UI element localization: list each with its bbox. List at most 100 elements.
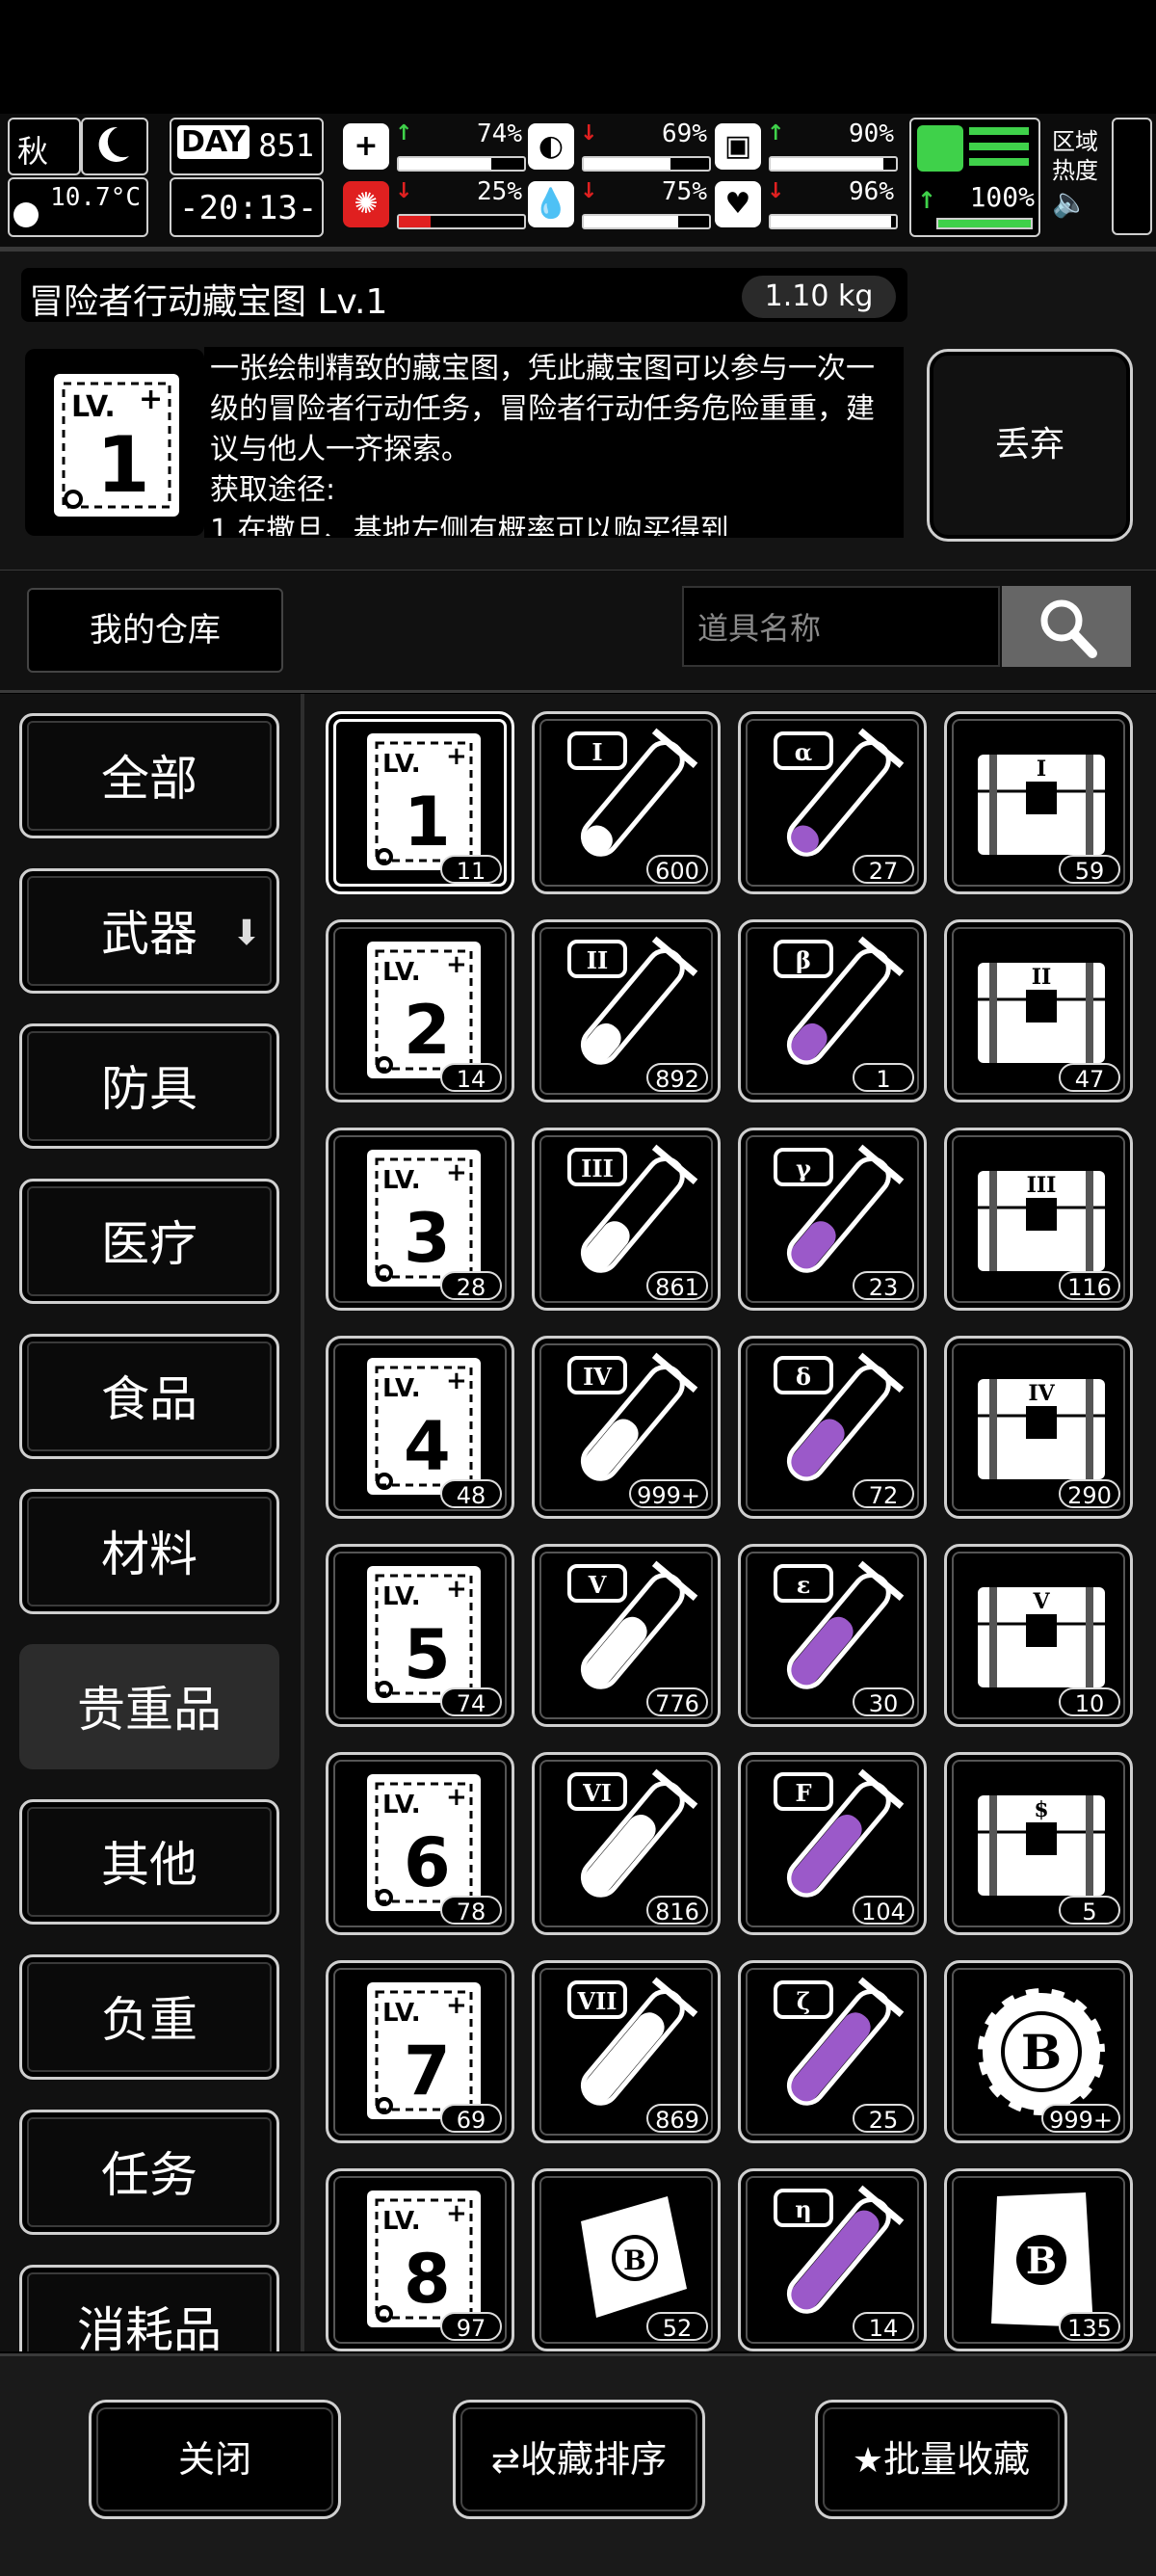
- vital-stat-bar: [397, 156, 526, 172]
- inventory-slot[interactable]: LV. +1 11: [326, 711, 514, 894]
- item-count-badge: 14: [440, 1063, 502, 1093]
- inventory-slot[interactable]: V 776: [532, 1544, 721, 1727]
- item-count-badge: 28: [440, 1271, 502, 1301]
- my-warehouse-button[interactable]: 我的仓库: [27, 588, 283, 673]
- category-button[interactable]: 负重: [19, 1954, 279, 2080]
- category-label: 消耗品: [77, 2302, 222, 2351]
- category-button[interactable]: 食品: [19, 1334, 279, 1459]
- dropdown-arrow-icon[interactable]: ⬇: [230, 916, 263, 952]
- category-button[interactable]: 消耗品: [19, 2265, 279, 2351]
- item-count-badge: 30: [853, 1687, 914, 1717]
- category-label: 任务: [101, 2147, 197, 2203]
- category-button[interactable]: 武器 ⬇: [19, 868, 279, 994]
- star-icon: ★: [852, 2441, 884, 2481]
- inventory-slot[interactable]: α 27: [738, 711, 927, 894]
- day-panel: DAY 851: [170, 118, 324, 175]
- category-button[interactable]: 贵重品: [19, 1644, 279, 1769]
- chest-grade-label: III: [1027, 1173, 1057, 1198]
- tube-grade-label: VI: [582, 1779, 612, 1807]
- category-label: 武器: [101, 906, 197, 962]
- inventory-slot[interactable]: I 59: [944, 711, 1133, 894]
- tube-grade-label: F: [795, 1779, 811, 1807]
- inventory-slot[interactable]: LV. +8 97: [326, 2168, 514, 2351]
- item-count-badge: 27: [853, 855, 914, 885]
- inventory-slot[interactable]: LV. +3 28: [326, 1128, 514, 1311]
- inventory-slot[interactable]: LV. +5 74: [326, 1544, 514, 1727]
- category-label: 医疗: [101, 1216, 197, 1272]
- close-button[interactable]: 关闭: [89, 2400, 341, 2519]
- inventory-slot[interactable]: ε 30: [738, 1544, 927, 1727]
- inventory-slot[interactable]: LV. +7 69: [326, 1960, 514, 2143]
- search-input[interactable]: 道具名称: [682, 586, 1000, 667]
- inventory-slot[interactable]: δ 72: [738, 1336, 927, 1519]
- arrow-down-icon: ↓: [395, 179, 413, 203]
- inventory-slot[interactable]: γ 23: [738, 1128, 927, 1311]
- inventory-slot[interactable]: III 861: [532, 1128, 721, 1311]
- inventory-slot[interactable]: IV 290: [944, 1336, 1133, 1519]
- favorite-sort-button[interactable]: ⇄收藏排序: [453, 2400, 705, 2519]
- inventory-slot[interactable]: VI 816: [532, 1752, 721, 1935]
- category-button[interactable]: 其他: [19, 1799, 279, 1925]
- inventory-slot[interactable]: F 104: [738, 1752, 927, 1935]
- inventory-slot[interactable]: I 600: [532, 711, 721, 894]
- temperature-panel: 10.7°C: [8, 177, 148, 237]
- inventory-slot[interactable]: B 135: [944, 2168, 1133, 2351]
- category-button[interactable]: 防具: [19, 1023, 279, 1149]
- inventory-slot[interactable]: II 47: [944, 919, 1133, 1102]
- inventory-slot[interactable]: V 10: [944, 1544, 1133, 1727]
- stamina-value: 100%: [969, 181, 1035, 213]
- inventory-slot[interactable]: VII 869: [532, 1960, 721, 2143]
- inventory-slot[interactable]: IV 999+: [532, 1336, 721, 1519]
- clock-panel: -20:13-: [170, 177, 324, 237]
- item-count-badge: 116: [1059, 1271, 1120, 1301]
- temperature-value: 10.7°C: [50, 183, 141, 212]
- arrow-down-icon: ↓: [580, 179, 598, 203]
- inventory-slot[interactable]: LV. +6 78: [326, 1752, 514, 1935]
- vital-stat-bar: [582, 156, 711, 172]
- inventory-slot[interactable]: III 116: [944, 1128, 1133, 1311]
- speaker-icon[interactable]: 🔈: [1052, 185, 1110, 222]
- svg-text:LV.: LV.: [382, 1374, 421, 1403]
- inventory-slot[interactable]: B 999+: [944, 1960, 1133, 2143]
- category-button[interactable]: 任务: [19, 2110, 279, 2235]
- category-button[interactable]: 材料: [19, 1489, 279, 1614]
- svg-text:LV.: LV.: [382, 1999, 421, 2028]
- stomach-icon: ◐: [528, 123, 574, 170]
- inventory-slot[interactable]: $5: [944, 1752, 1133, 1935]
- favorite-sort-label: 收藏排序: [520, 2438, 668, 2481]
- vital-stat-value: 90%: [849, 120, 894, 148]
- svg-text:+: +: [446, 1367, 467, 1395]
- tube-grade-label: β: [796, 946, 811, 974]
- search-button[interactable]: [1002, 586, 1131, 667]
- vital-stat-bar: [582, 214, 711, 229]
- coupon-letter: B: [1026, 2239, 1057, 2282]
- heat-label: 热度: [1052, 157, 1098, 184]
- discard-button[interactable]: 丢弃: [927, 349, 1133, 542]
- stamina-up-arrow: ↑: [917, 187, 937, 214]
- item-count-badge: 74: [440, 1687, 502, 1717]
- svg-text:+: +: [139, 383, 163, 416]
- svg-text:+: +: [446, 1991, 467, 2020]
- inventory-slot[interactable]: ζ 25: [738, 1960, 927, 2143]
- batch-favorite-button[interactable]: ★批量收藏: [815, 2400, 1067, 2519]
- item-count-badge: 999+: [629, 1479, 708, 1509]
- item-count-badge: 869: [646, 2104, 708, 2134]
- item-count-badge: 52: [646, 2312, 708, 2342]
- inventory-slot[interactable]: B 52: [532, 2168, 721, 2351]
- thermometer-icon: [13, 202, 39, 227]
- inventory-slot[interactable]: η 14: [738, 2168, 927, 2351]
- inventory-slot[interactable]: LV. +2 14: [326, 919, 514, 1102]
- category-button[interactable]: 医疗: [19, 1179, 279, 1304]
- inventory-slot[interactable]: β1: [738, 919, 927, 1102]
- medkit-icon: +: [343, 123, 389, 170]
- item-description[interactable]: 一张绘制精致的藏宝图，凭此藏宝图可以参与一次一级的冒险者行动任务，冒险者行动任务…: [210, 349, 894, 536]
- system-status-bar: [0, 0, 1156, 114]
- inventory-slot[interactable]: II 892: [532, 919, 721, 1102]
- vital-stat-bar: [769, 214, 898, 229]
- chest-grade-label: IV: [1028, 1381, 1055, 1406]
- item-count-badge: 1: [853, 1063, 914, 1093]
- item-count-badge: 59: [1059, 855, 1120, 885]
- stamina-bar: [936, 218, 1033, 229]
- category-button[interactable]: 全部: [19, 713, 279, 838]
- inventory-slot[interactable]: LV. +4 48: [326, 1336, 514, 1519]
